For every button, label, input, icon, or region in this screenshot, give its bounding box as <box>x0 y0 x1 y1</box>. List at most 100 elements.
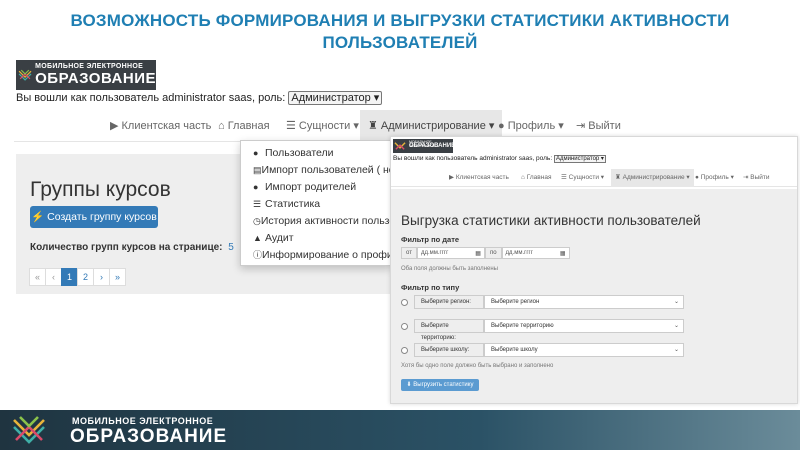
per-page-selector: Количество групп курсов на странице: 5 2… <box>30 242 268 253</box>
school-select-value: Выберите школу <box>491 347 538 353</box>
brand-line1-small: МОБИЛЬНОЕ ЭЛЕКТРОННОЕ <box>409 140 436 148</box>
nav-label: Профиль <box>700 174 729 181</box>
main-content-2: Выгрузка статистики активности пользоват… <box>391 189 797 403</box>
pager-page-2[interactable]: 2 <box>77 268 94 286</box>
login-text-2: Вы вошли как пользователь administrator … <box>393 155 553 162</box>
pager-last[interactable]: » <box>109 268 126 286</box>
menu-label: Информирование о профила <box>262 249 392 261</box>
territory-radio[interactable] <box>401 322 408 330</box>
nav-client-part-2[interactable]: ▶ Клиентская часть <box>449 169 509 187</box>
per-page-5[interactable]: 5 <box>228 242 234 253</box>
filter-territory-row: Выберите территорию: Выберите территорию… <box>401 319 684 341</box>
territory-label: Выберите территорию: <box>414 319 484 341</box>
date-from-placeholder: дд.мм.гггг <box>420 250 449 256</box>
nav-client-part[interactable]: ▶ Клиентская часть <box>110 110 211 142</box>
login-info-2: Вы вошли как пользователь administrator … <box>393 155 606 163</box>
calendar-icon[interactable]: ▦ <box>475 249 481 259</box>
menu-item-activity-history[interactable]: ◷ История активности пользо <box>241 213 391 230</box>
menu-label: Пользователи <box>265 147 334 159</box>
nav-entities[interactable]: ☰ Сущности ▾ <box>286 110 359 142</box>
filter-region-row: Выберите регион: Выберите регион ⌄ <box>401 295 684 309</box>
territory-select[interactable]: Выберите территорию ⌄ <box>484 319 684 333</box>
login-info: Вы вошли как пользователь administrator … <box>16 91 383 105</box>
role-value: Администратор <box>291 92 371 104</box>
nav-label: Администрирование <box>380 120 486 132</box>
type-filter-label: Фильтр по типу <box>401 283 460 292</box>
nav-label: Главная <box>526 174 552 181</box>
user-icon: ● <box>253 148 259 158</box>
nav-home[interactable]: ⌂ Главная <box>218 110 270 142</box>
export-label: Выгрузить статистику <box>413 382 474 388</box>
date-from-input[interactable]: дд.мм.гггг ▦ <box>416 247 485 259</box>
menu-label: Импорт родителей <box>265 181 357 193</box>
nav-label: Сущности <box>568 174 599 181</box>
chevron-down-icon: ⌄ <box>673 299 679 305</box>
role-select-2[interactable]: Администратор ▾ <box>553 155 606 163</box>
school-radio[interactable] <box>401 346 408 354</box>
type-note: Хотя бы одно поле должно быть выбрано и … <box>401 363 554 369</box>
user-icon: ● <box>253 182 259 192</box>
login-text: Вы вошли как пользователь administrator … <box>16 92 286 104</box>
date-filter-label: Фильтр по дате <box>401 235 460 244</box>
top-navbar-2: ▶ Клиентская часть ⌂ Главная ☰ Сущности … <box>391 169 797 187</box>
menu-label: Импорт пользователей ( нов <box>261 164 392 176</box>
calendar-icon[interactable]: ▦ <box>560 249 566 259</box>
menu-item-audit[interactable]: ▲ Аудит <box>241 230 391 247</box>
school-label: Выберите школу: <box>414 343 484 357</box>
pagination: « ‹ 1 2 › » <box>29 268 126 286</box>
region-label: Выберите регион: <box>414 295 484 309</box>
date-to-input[interactable]: дд.мм.гггг ▦ <box>501 247 570 259</box>
nav-label: Выйти <box>750 174 770 181</box>
nav-label: Клиентская часть <box>455 174 509 181</box>
territory-select-value: Выберите территорию <box>491 323 554 329</box>
region-select-value: Выберите регион <box>491 299 540 305</box>
date-to-placeholder: дд.мм.гггг <box>505 250 533 256</box>
brand-logo-small: МОБИЛЬНОЕ ЭЛЕКТРОННОЕ ОБРАЗОВАНИЕ <box>393 139 455 153</box>
nav-label: Клиентская часть <box>121 120 212 132</box>
date-note: Оба поля должны быть заполнены <box>401 266 498 272</box>
nav-label: Главная <box>227 120 270 132</box>
region-select[interactable]: Выберите регион ⌄ <box>484 295 684 309</box>
role-select[interactable]: Администратор ▾ <box>288 91 383 105</box>
school-select[interactable]: Выберите школу ⌄ <box>484 343 684 357</box>
date-range: от дд.мм.гггг ▦ по дд.мм.гггг ▦ <box>401 247 570 259</box>
export-statistics-button[interactable]: ⬇ Выгрузить статистику <box>401 379 479 391</box>
brand-logo: МОБИЛЬНОЕ ЭЛЕКТРОННОЕ ОБРАЗОВАНИЕ <box>16 60 156 90</box>
pager-prev[interactable]: ‹ <box>45 268 62 286</box>
menu-item-users[interactable]: ● Пользователи <box>241 145 391 162</box>
nav-label: Администрирование <box>622 174 685 181</box>
pager-next[interactable]: › <box>93 268 110 286</box>
screenshot-statistics-export: МОБИЛЬНОЕ ЭЛЕКТРОННОЕ ОБРАЗОВАНИЕ Вы вош… <box>390 136 798 404</box>
chevron-down-icon: ⌄ <box>673 347 679 353</box>
menu-item-statistics[interactable]: ☰ Статистика <box>241 196 391 213</box>
history-icon: ◷ <box>253 216 261 226</box>
date-to-addon: по <box>484 247 502 259</box>
menu-item-import-users[interactable]: ▤ Импорт пользователей ( нов <box>241 162 391 179</box>
role-value-2: Администратор <box>555 156 600 162</box>
nav-profile-2[interactable]: ● Профиль ▾ <box>695 169 734 187</box>
info-icon: ⓘ <box>253 250 263 260</box>
logo-mark-icon <box>13 416 45 444</box>
import-icon: ▤ <box>253 165 262 175</box>
pager-first[interactable]: « <box>29 268 46 286</box>
menu-label: Аудит <box>265 232 294 244</box>
menu-label: Статистика <box>265 198 321 210</box>
nav-administration-2[interactable]: ♜ Администрирование ▾ <box>611 169 694 187</box>
slide-title-line1: ВОЗМОЖНОСТЬ ФОРМИРОВАНИЯ И ВЫГРУЗКИ СТАТ… <box>70 11 730 52</box>
page-title: Группы курсов <box>30 178 171 201</box>
footer-brand-line2: ОБРАЗОВАНИЕ <box>70 426 228 447</box>
nav-entities-2[interactable]: ☰ Сущности ▾ <box>561 169 604 187</box>
menu-item-profile-notify[interactable]: ⓘ Информирование о профила <box>241 247 391 264</box>
nav-label: Сущности <box>298 120 351 132</box>
pager-page-1[interactable]: 1 <box>61 268 78 286</box>
presentation-slide: ВОЗМОЖНОСТЬ ФОРМИРОВАНИЯ И ВЫГРУЗКИ СТАТ… <box>0 0 800 450</box>
nav-logout-2[interactable]: ⇥ Выйти <box>743 169 770 187</box>
region-radio[interactable] <box>401 298 408 306</box>
create-group-button[interactable]: ⚡ Создать группу курсов <box>30 206 158 228</box>
menu-item-import-parents[interactable]: ● Импорт родителей <box>241 179 391 196</box>
nav-home-2[interactable]: ⌂ Главная <box>521 169 551 187</box>
brand-line2: ОБРАЗОВАНИЕ <box>35 70 156 87</box>
filter-school-row: Выберите школу: Выберите школу ⌄ <box>401 343 684 357</box>
footer-brand-line1: МОБИЛЬНОЕ ЭЛЕКТРОННОЕ <box>72 416 214 426</box>
list-icon: ☰ <box>253 199 262 209</box>
